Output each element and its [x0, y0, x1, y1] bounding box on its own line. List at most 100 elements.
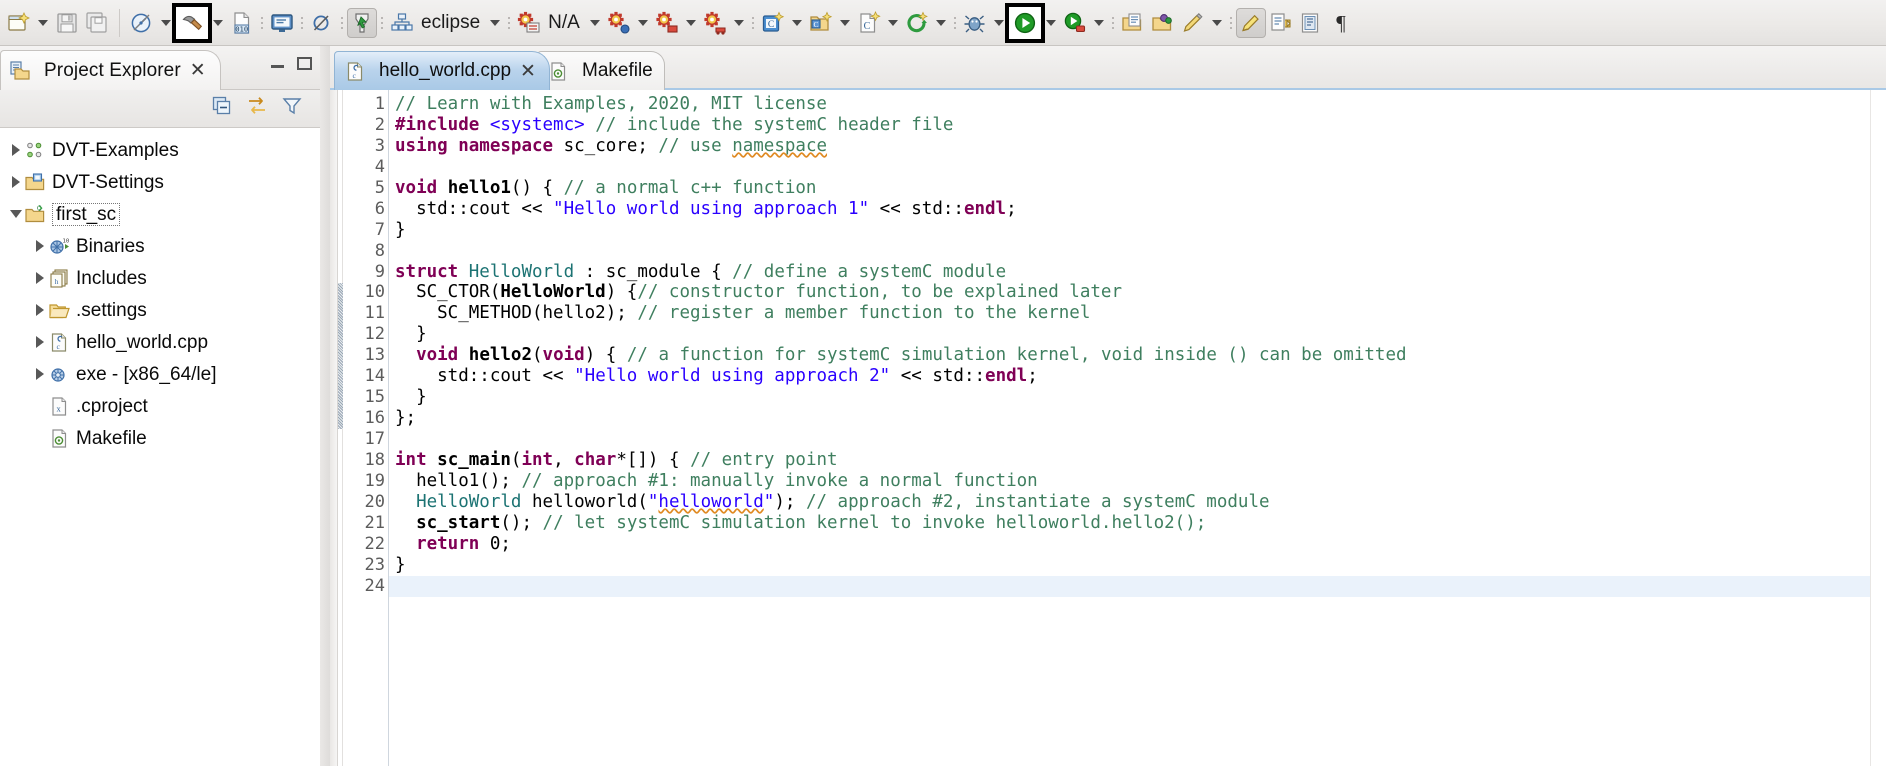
chevron-right-icon[interactable] [32, 262, 48, 294]
code-line[interactable]: hello1(); // approach #1: manually invok… [389, 471, 1886, 492]
code-line[interactable]: sc_start(); // let systemC simulation ke… [389, 513, 1886, 534]
code-line[interactable] [389, 241, 1886, 262]
code-line[interactable]: int sc_main(int, char*[]) { // entry poi… [389, 450, 1886, 471]
dvt-compile-icon[interactable] [347, 7, 377, 38]
tree-item[interactable]: .settings [0, 294, 320, 326]
code-line[interactable]: // Learn with Examples, 2020, MIT licens… [389, 94, 1886, 115]
code-line[interactable]: } [389, 555, 1886, 576]
close-icon[interactable]: ✕ [518, 62, 538, 81]
code-line[interactable]: void hello2(void) { // a function for sy… [389, 345, 1886, 366]
maximize-icon[interactable] [297, 57, 312, 70]
new-source-file-icon[interactable]: C [854, 8, 884, 38]
toolbar-drag-handle[interactable] [297, 8, 307, 38]
new-class-icon[interactable]: C [758, 8, 788, 38]
editor-overview-ruler[interactable] [1870, 90, 1886, 766]
chevron-down-icon[interactable] [884, 8, 902, 38]
tree-item[interactable]: Makefile [0, 422, 320, 454]
vertical-splitter[interactable] [320, 46, 330, 766]
tree-item[interactable]: DVT-Settings [0, 166, 320, 198]
new-folder-c-icon[interactable]: C [806, 8, 836, 38]
next-annotation-icon[interactable] [1266, 8, 1296, 38]
chevron-right-icon[interactable] [32, 358, 48, 390]
chevron-right-icon[interactable] [32, 230, 48, 262]
project-tree[interactable]: DVT-Examples DVT-Settings Cfirst_sc 10 B… [0, 128, 320, 766]
new-target-icon[interactable] [902, 8, 932, 38]
chevron-down-icon[interactable] [1208, 8, 1226, 38]
editor-tab-makefile[interactable]: Makefile [537, 51, 665, 90]
open-type-icon[interactable] [1148, 8, 1178, 38]
code-line[interactable]: HelloWorld helloworld("helloworld"); // … [389, 492, 1886, 513]
toggle-mark-occurrences-icon[interactable] [1235, 7, 1266, 38]
chevron-down-icon[interactable] [932, 8, 950, 38]
collapse-all-button[interactable] [212, 96, 232, 121]
chevron-down-icon[interactable] [8, 198, 24, 230]
chevron-down-icon[interactable] [682, 8, 700, 38]
build-all-icon[interactable] [127, 8, 157, 38]
editor-code-area[interactable]: // Learn with Examples, 2020, MIT licens… [389, 90, 1886, 766]
code-line[interactable] [389, 157, 1886, 178]
toolbar-drag-handle[interactable] [950, 8, 960, 38]
chevron-right-icon[interactable] [8, 166, 24, 198]
open-element-icon[interactable] [1118, 8, 1148, 38]
tree-item[interactable]: h Includes [0, 262, 320, 294]
save-all-icon[interactable] [82, 8, 112, 38]
code-line[interactable]: SC_CTOR(HelloWorld) {// constructor func… [389, 282, 1886, 303]
code-line[interactable]: } [389, 220, 1886, 241]
toolbar-drag-handle[interactable] [1226, 8, 1236, 38]
close-icon[interactable]: ✕ [188, 61, 208, 80]
chevron-down-icon[interactable] [1090, 8, 1108, 38]
save-icon[interactable] [52, 8, 82, 38]
run-icon[interactable] [1004, 2, 1045, 43]
minimize-icon[interactable] [270, 58, 285, 70]
code-line[interactable]: void hello1() { // a normal c++ function [389, 178, 1886, 199]
toolbar-drag-handle[interactable] [748, 8, 758, 38]
tree-item[interactable]: 10 Binaries [0, 230, 320, 262]
tree-item[interactable]: DVT-Examples [0, 134, 320, 166]
editor-marker-bar[interactable] [330, 90, 338, 766]
code-line[interactable]: } [389, 324, 1886, 345]
code-line[interactable]: struct HelloWorld : sc_module { // defin… [389, 262, 1886, 283]
chevron-down-icon[interactable] [634, 8, 652, 38]
tree-item[interactable]: exe - [x86_64/le] [0, 358, 320, 390]
chevron-down-icon[interactable] [34, 8, 52, 38]
chevron-right-icon[interactable] [32, 294, 48, 326]
code-line[interactable]: using namespace sc_core; // use namespac… [389, 136, 1886, 157]
toolbar-drag-handle[interactable] [377, 8, 387, 38]
code-line[interactable]: } [389, 387, 1886, 408]
new-wizard-icon[interactable] [4, 8, 34, 38]
filter-button[interactable] [282, 96, 302, 121]
chevron-down-icon[interactable] [586, 8, 604, 38]
tree-item[interactable]: Cfirst_sc [0, 198, 320, 230]
build-binary-icon[interactable]: 010 [227, 8, 257, 38]
chevron-down-icon[interactable] [730, 8, 748, 38]
toolbar-drag-handle[interactable] [337, 8, 347, 38]
toolbar-drag-handle[interactable] [257, 8, 267, 38]
search-pen-icon[interactable] [1178, 8, 1208, 38]
chevron-down-icon[interactable] [486, 8, 504, 38]
skip-breakpoints-icon[interactable] [307, 8, 337, 38]
open-console-icon[interactable] [267, 8, 297, 38]
dvt-config-icon[interactable] [514, 8, 544, 38]
code-line[interactable] [389, 429, 1886, 450]
pilcrow-icon[interactable]: ¶ [1326, 8, 1356, 38]
dvt-gears3-icon[interactable] [652, 8, 682, 38]
chevron-down-icon[interactable] [836, 8, 854, 38]
chevron-right-icon[interactable] [8, 134, 24, 166]
code-line[interactable]: }; [389, 408, 1886, 429]
profile-icon[interactable] [1060, 8, 1090, 38]
tree-item[interactable]: x .cproject [0, 390, 320, 422]
link-with-editor-button[interactable] [246, 96, 268, 121]
code-line[interactable]: std::cout << "Hello world using approach… [389, 366, 1886, 387]
chevron-right-icon[interactable] [32, 326, 48, 358]
dvt-hierarchy-icon[interactable] [387, 8, 417, 38]
tree-item[interactable]: c hello_world.cpp [0, 326, 320, 358]
chevron-down-icon[interactable] [990, 8, 1008, 38]
tab-project-explorer[interactable]: Project Explorer ✕ [0, 50, 221, 90]
chevron-down-icon[interactable] [1042, 8, 1060, 38]
show-whitespace-icon[interactable] [1296, 8, 1326, 38]
build-config-label[interactable]: eclipse [417, 12, 486, 34]
dvt-gears2-icon[interactable] [604, 8, 634, 38]
chevron-down-icon[interactable] [157, 8, 175, 38]
debug-icon[interactable] [960, 8, 990, 38]
code-line[interactable] [389, 575, 1886, 597]
